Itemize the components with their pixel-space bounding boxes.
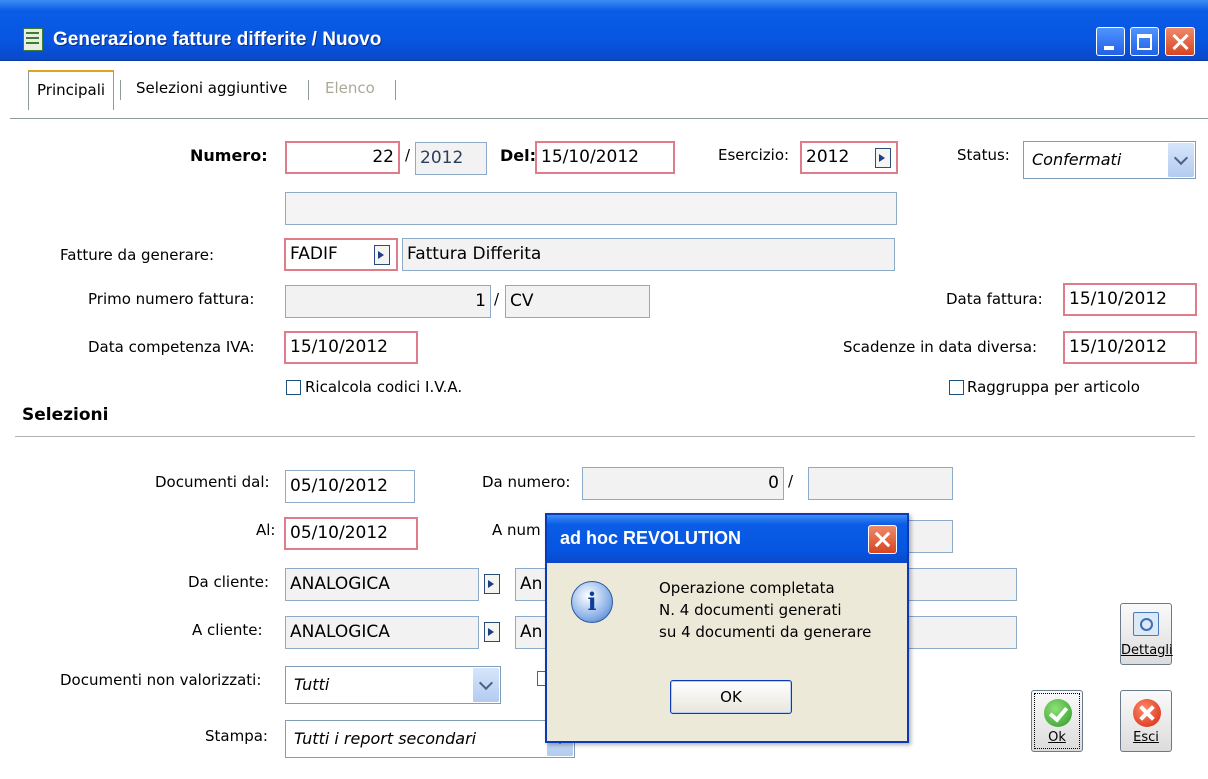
da-numero-label: Da numero: [482, 473, 571, 491]
da-cliente-field[interactable]: ANALOGICA [285, 568, 479, 601]
dialog-message-line3: su 4 documenti da generare [659, 623, 872, 641]
status-select[interactable]: Confermati [1023, 141, 1196, 179]
esercizio-label: Esercizio: [718, 146, 790, 164]
al-label: Al: [256, 521, 276, 539]
al-date-field[interactable]: 05/10/2012 [284, 517, 418, 550]
data-iva-label: Data competenza IVA: [88, 338, 255, 356]
raggruppa-label: Raggruppa per articolo [967, 378, 1140, 396]
non-valorizzati-value: Tutti [294, 675, 330, 694]
data-fattura-field[interactable]: 15/10/2012 [1063, 283, 1197, 316]
primo-numero-field[interactable]: 1 [285, 285, 491, 318]
tab-principali[interactable]: Principali [28, 70, 115, 110]
section-divider [15, 436, 1195, 438]
minimize-button[interactable] [1096, 27, 1125, 56]
close-button[interactable] [1165, 27, 1195, 56]
dialog-close-button[interactable] [868, 525, 897, 554]
fatture-label: Fatture da generare: [60, 246, 214, 264]
esci-button[interactable]: Esci [1120, 690, 1172, 752]
a-cliente-zoom-button[interactable] [484, 622, 500, 642]
data-fattura-label: Data fattura: [946, 290, 1043, 308]
doc-dal-label: Documenti dal: [155, 473, 270, 491]
da-cliente-zoom-button[interactable] [484, 574, 500, 594]
raggruppa-checkbox[interactable] [949, 380, 964, 395]
tab-bar: Principali Selezioni aggiuntive Elenco [10, 60, 1208, 119]
message-dialog: ad hoc REVOLUTION i Operazione completat… [545, 513, 909, 743]
app-icon [23, 28, 43, 51]
esercizio-value: 2012 [806, 147, 850, 167]
a-cliente-field[interactable]: ANALOGICA [285, 616, 479, 649]
dialog-message-line1: Operazione completata [659, 579, 835, 597]
dialog-title-bar[interactable]: ad hoc REVOLUTION [547, 515, 907, 563]
ricalcola-label: Ricalcola codici I.V.A. [305, 378, 463, 396]
slash: / [788, 472, 794, 490]
numero-field[interactable]: 22 [285, 141, 400, 174]
stampa-select[interactable]: Tutti i report secondari [285, 720, 575, 758]
main-window: Generazione fatture differite / Nuovo Pr… [0, 0, 1208, 779]
del-label: Del: [500, 146, 537, 165]
selezioni-title: Selezioni [22, 405, 109, 425]
dialog-message-line2: N. 4 documenti generati [659, 601, 842, 619]
cancel-icon [1133, 699, 1161, 727]
primo-serie-field[interactable]: CV [505, 285, 650, 318]
serie-field[interactable]: 2012 [415, 142, 487, 175]
dettagli-label: Dettagli [1121, 643, 1173, 658]
ok-button[interactable]: Ok [1031, 690, 1083, 752]
da-cliente-label: Da cliente: [188, 573, 269, 591]
info-icon: i [571, 581, 613, 623]
a-cliente-label: A cliente: [192, 621, 263, 639]
window-title: Generazione fatture differite / Nuovo [53, 29, 382, 50]
slash: / [405, 146, 411, 164]
chevron-down-icon[interactable] [472, 668, 499, 702]
tab-elenco[interactable]: Elenco [317, 70, 383, 107]
doc-dal-field[interactable]: 05/10/2012 [285, 470, 415, 503]
fatture-code-value: FADIF [290, 244, 338, 264]
tab-separator [308, 80, 309, 100]
details-icon [1133, 612, 1159, 636]
tab-separator [120, 80, 121, 100]
slash: / [494, 290, 500, 308]
stampa-label: Stampa: [205, 727, 268, 745]
dettagli-button[interactable]: Dettagli [1120, 603, 1173, 665]
a-numero-label: A num [492, 521, 541, 539]
data-iva-field[interactable]: 15/10/2012 [284, 331, 418, 364]
tab-selezioni-aggiuntive[interactable]: Selezioni aggiuntive [128, 70, 295, 107]
dialog-ok-button[interactable]: OK [670, 680, 792, 714]
ok-label: Ok [1048, 730, 1066, 745]
esci-label: Esci [1133, 730, 1159, 745]
description-field[interactable] [285, 192, 897, 225]
fatture-desc-field: Fattura Differita [402, 238, 895, 271]
scadenze-field[interactable]: 15/10/2012 [1063, 331, 1197, 364]
fatture-zoom-button[interactable] [374, 245, 390, 265]
check-icon [1044, 699, 1072, 727]
scadenze-label: Scadenze in data diversa: [843, 338, 1038, 356]
non-valorizzati-label: Documenti non valorizzati: [60, 671, 262, 689]
primo-numero-label: Primo numero fattura: [88, 290, 255, 308]
status-label: Status: [957, 146, 1010, 164]
da-numero-field[interactable]: 0 [582, 467, 784, 500]
del-date-field[interactable]: 15/10/2012 [535, 141, 675, 174]
maximize-button[interactable] [1130, 27, 1159, 56]
non-valorizzati-select[interactable]: Tutti [285, 666, 501, 704]
tab-separator [395, 80, 396, 100]
ricalcola-checkbox[interactable] [286, 380, 301, 395]
status-value: Confermati [1032, 150, 1122, 169]
numero-label: Numero: [190, 146, 268, 165]
stampa-value: Tutti i report secondari [294, 729, 477, 748]
title-bar[interactable]: Generazione fatture differite / Nuovo [0, 0, 1208, 61]
da-numero-serie-field[interactable] [808, 467, 953, 500]
chevron-down-icon[interactable] [1167, 143, 1194, 177]
dialog-title: ad hoc REVOLUTION [560, 528, 742, 548]
esercizio-zoom-button[interactable] [875, 148, 891, 168]
